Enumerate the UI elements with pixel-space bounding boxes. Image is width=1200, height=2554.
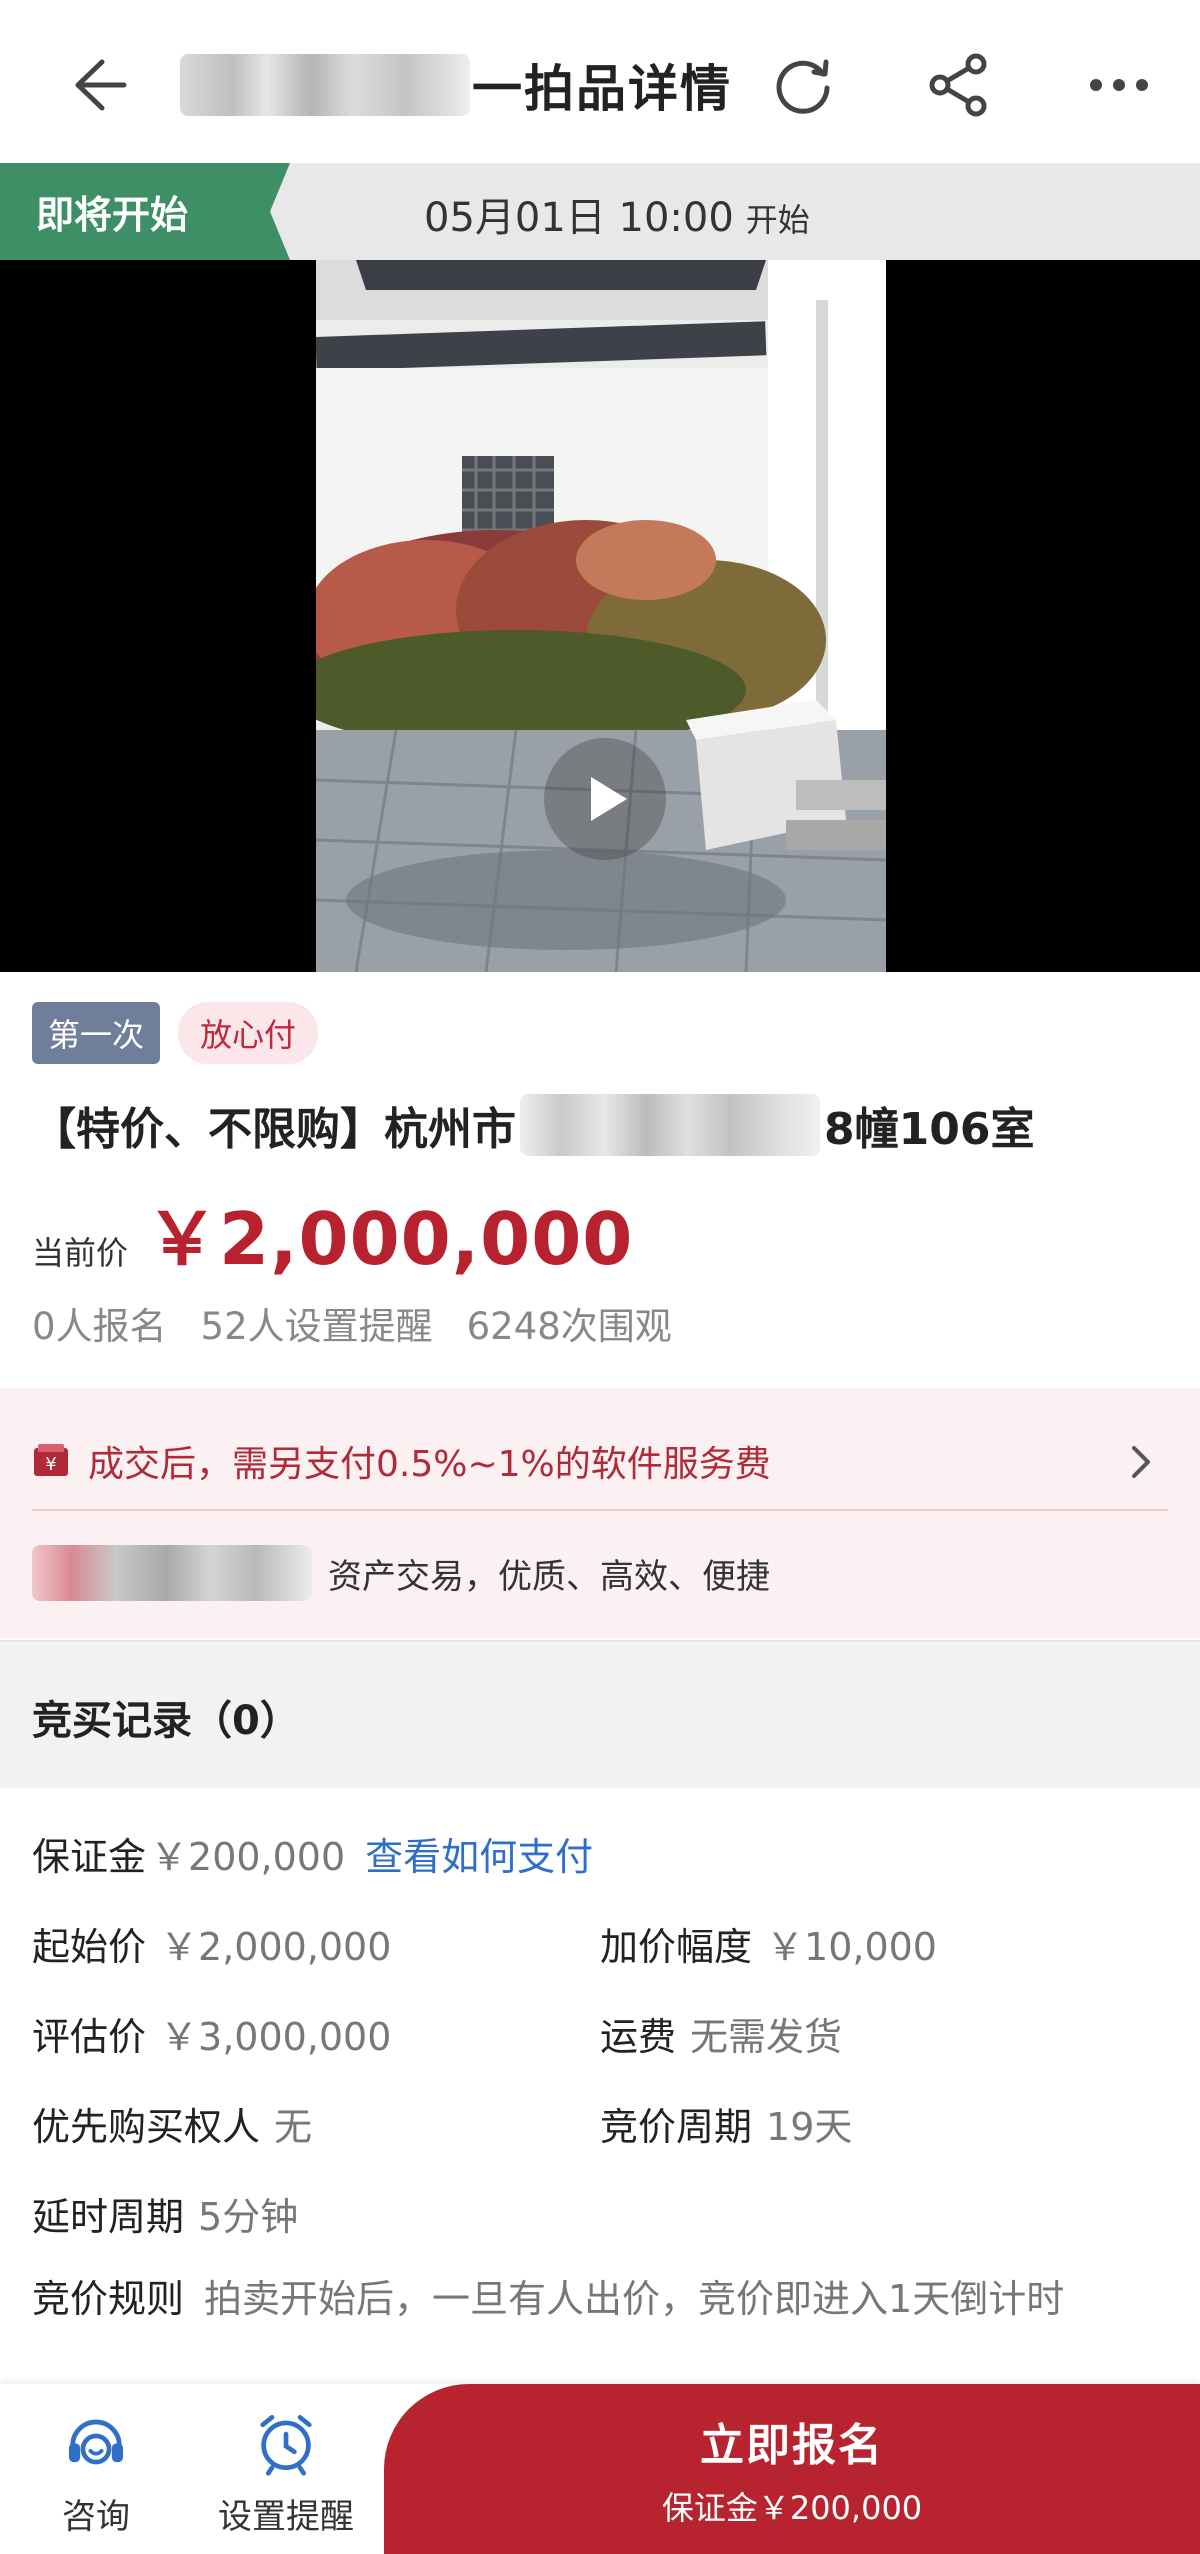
share-icon[interactable] [922,48,996,122]
detail-appraisal: 评估价 ￥3,000,000 [32,2006,391,2061]
increment-value: ￥10,000 [766,1925,937,1969]
page-title: 一拍品详情 [180,40,732,130]
notice-divider [32,1509,1168,1511]
headset-icon [68,2419,124,2465]
detail-deposit: 保证金 ￥200,000 查看如何支付 [32,1826,593,1881]
start-price-label: 起始价 [32,1925,147,1969]
start-label: 开始 [745,201,810,239]
item-title-prefix: 【特价、不限购】杭州市 [32,1104,516,1155]
deposit-value: ￥200,000 [150,1835,346,1879]
fee-notice-row[interactable]: ¥ 成交后，需另支付0.5%~1%的软件服务费 [32,1426,1168,1496]
item-title: 【特价、不限购】杭州市 8幢106室 [32,1090,1182,1160]
reminder-count: 52人设置提醒 [200,1305,433,1348]
detail-start-price: 起始价 ￥2,000,000 [32,1916,391,1971]
consult-button[interactable]: 咨询 [16,2408,176,2538]
platform-slogan-row: 资产交易，优质、高效、便捷 [32,1538,770,1608]
rule-label: 竞价规则 [32,2277,185,2321]
tag-secure-pay: 放心付 [178,1002,319,1064]
signup-now-button[interactable]: 立即报名 保证金￥200,000 [384,2384,1200,2554]
auction-status-bar: 即将开始 05月01日 10:00 开始 [0,163,1200,260]
wallet-icon: ¥ [34,1444,68,1476]
priority-value: 无 [274,2105,313,2149]
top-header: 一拍品详情 [0,0,1200,168]
set-reminder-button[interactable]: 设置提醒 [206,2408,366,2538]
appraisal-value: ￥3,000,000 [160,2015,392,2059]
priority-label: 优先购买权人 [32,2105,261,2149]
fee-notice-text: 成交后，需另支付0.5%~1%的软件服务费 [88,1444,771,1485]
signup-count: 0人报名 [32,1305,167,1348]
media-viewer[interactable] [0,260,1200,972]
start-time: 05月01日 10:00 开始 [424,163,810,260]
current-price: 当前价 ￥2,000,000 [32,1180,633,1285]
start-price-value: ￥2,000,000 [160,1925,392,1969]
bid-records-section[interactable]: 竞买记录（0） [0,1640,1200,1788]
refresh-icon[interactable] [766,48,840,122]
deposit-label: 保证金 [32,1835,147,1879]
detail-cycle: 竞价周期 19天 [600,2096,852,2151]
platform-slogan: 资产交易，优质、高效、便捷 [328,1556,770,1597]
appraisal-label: 评估价 [32,2015,147,2059]
how-to-pay-link[interactable]: 查看如何支付 [365,1826,593,1881]
cycle-label: 竞价周期 [600,2105,753,2149]
auction-stats: 0人报名 52人设置提醒 6248次围观 [32,1296,672,1350]
tag-round: 第一次 [32,1002,161,1064]
start-datetime: 05月01日 10:00 [424,195,734,241]
property-photo [316,260,886,972]
page-title-text: 一拍品详情 [472,60,732,118]
status-badge: 即将开始 [0,163,290,260]
delay-value: 5分钟 [198,2195,299,2239]
address-redacted-blur [520,1094,820,1156]
remind-label: 设置提醒 [218,2497,354,2537]
shipping-label: 运费 [600,2015,677,2059]
detail-increment: 加价幅度 ￥10,000 [600,1916,937,1971]
play-icon [591,777,627,821]
title-redacted-blur [180,54,470,116]
increment-label: 加价幅度 [600,1925,753,1969]
price-label: 当前价 [32,1234,129,1272]
view-count: 6248次围观 [466,1305,672,1348]
item-title-suffix: 8幢106室 [824,1104,1035,1155]
shipping-value: 无需发货 [690,2015,843,2059]
chevron-right-icon [1132,1446,1150,1478]
price-value: ￥2,000,000 [146,1197,634,1281]
fee-notice-panel: ¥ 成交后，需另支付0.5%~1%的软件服务费 资产交易，优质、高效、便捷 [0,1388,1200,1638]
consult-label: 咨询 [62,2497,130,2537]
rule-value: 拍卖开始后，一旦有人出价，竞价即进入1天倒计时 [204,2277,1065,2321]
cycle-value: 19天 [766,2105,853,2149]
detail-delay: 延时周期 5分钟 [32,2186,298,2241]
alarm-clock-icon [260,2414,312,2476]
bid-records-title: 竞买记录（0） [32,1698,300,1744]
svg-text:¥: ¥ [45,1454,56,1475]
auction-details: 保证金 ￥200,000 查看如何支付 起始价 ￥2,000,000 加价幅度 … [0,1788,1200,2388]
detail-shipping: 运费 无需发货 [600,2006,842,2061]
signup-now-label: 立即报名 [700,2420,884,2471]
more-icon[interactable] [1082,48,1156,122]
back-arrow-icon[interactable] [58,50,128,120]
platform-name-redacted-blur [32,1545,312,1601]
detail-rule: 竞价规则 拍卖开始后，一旦有人出价，竞价即进入1天倒计时 [32,2270,1154,2328]
play-video-button[interactable] [544,738,666,860]
delay-label: 延时周期 [32,2195,185,2239]
detail-priority: 优先购买权人 无 [32,2096,312,2151]
bottom-action-bar: 咨询 设置提醒 立即报名 保证金￥200,000 [0,2384,1200,2554]
signup-deposit-label: 保证金￥200,000 [661,2489,923,2527]
item-tags: 第一次 放心付 [32,1002,319,1064]
